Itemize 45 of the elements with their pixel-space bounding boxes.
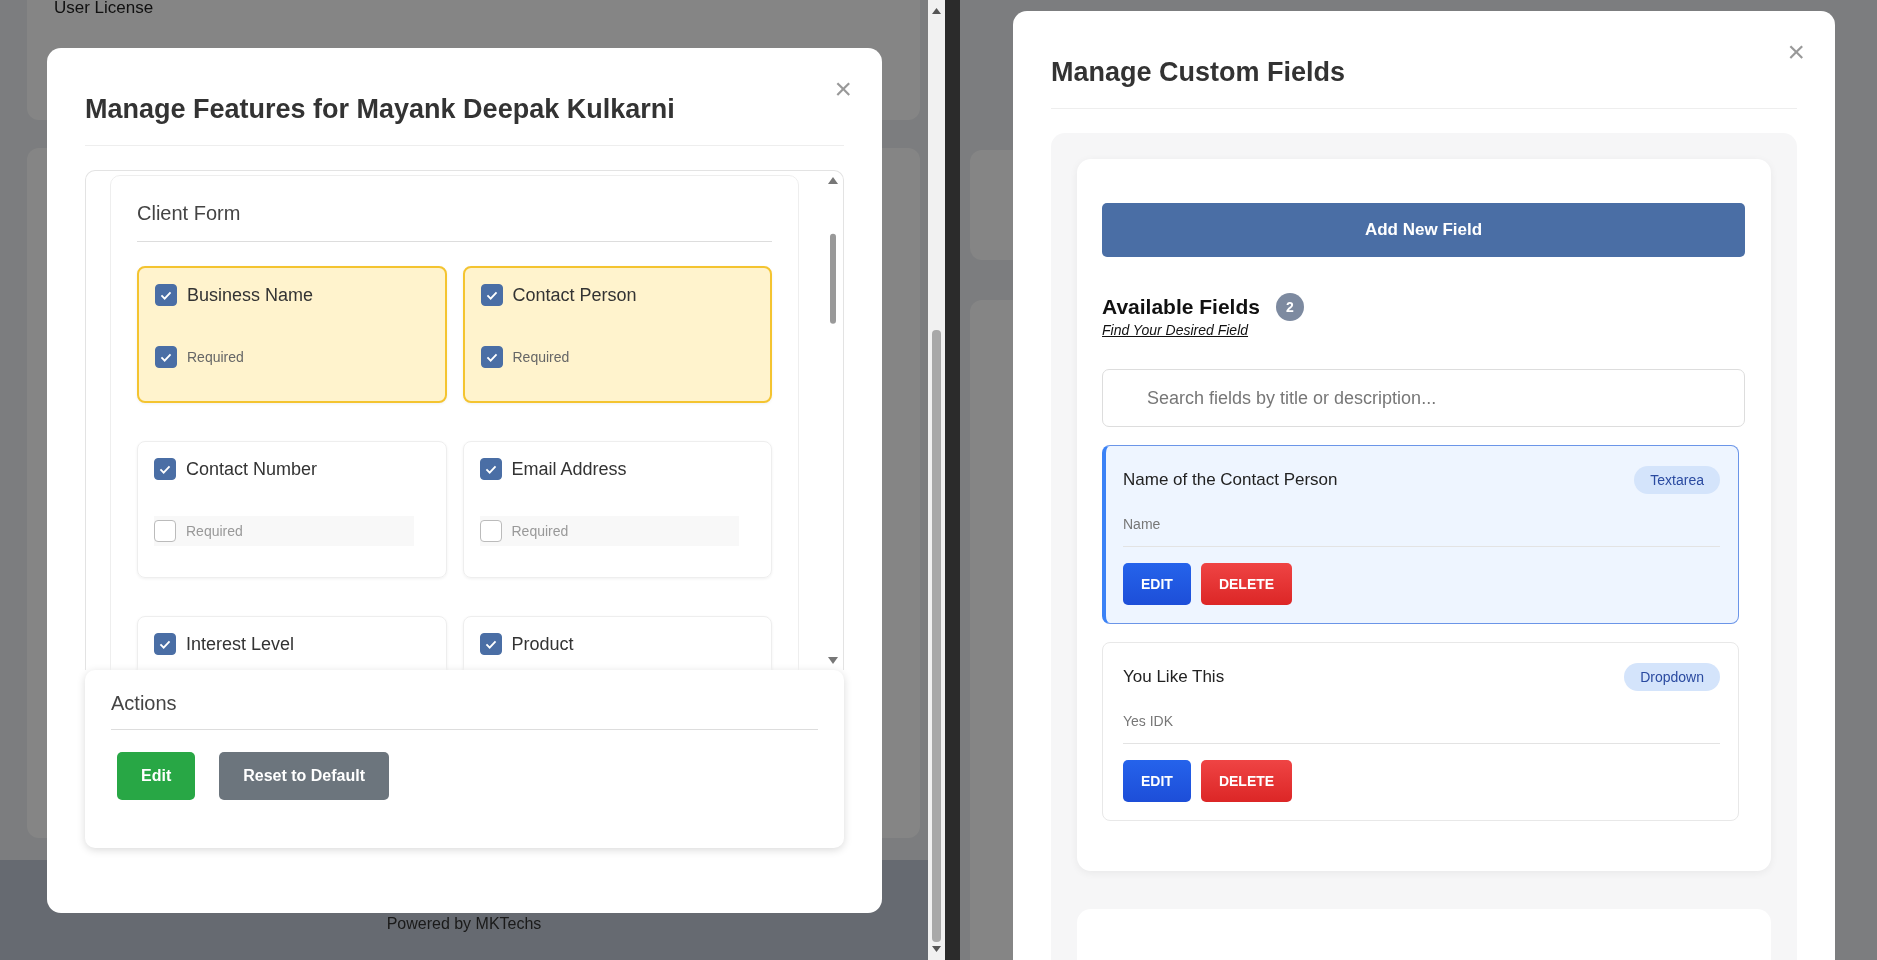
edit-button[interactable]: EDIT [1123, 563, 1191, 605]
type-tag: Textarea [1634, 466, 1720, 494]
checkbox[interactable] [154, 520, 176, 542]
field-label: Contact Number [186, 458, 318, 480]
field-label: Email Address [511, 458, 627, 480]
footer-text: Powered by MKTechs [386, 915, 542, 934]
field-description: Name [1123, 516, 1720, 547]
delete-button[interactable]: DELETE [1200, 760, 1293, 802]
checkbox[interactable] [480, 284, 503, 306]
required-label: Required [186, 523, 243, 539]
add-field-button[interactable]: Add New Field [1102, 203, 1745, 257]
checkbox[interactable] [479, 458, 502, 480]
count-badge: 2 [1275, 293, 1304, 321]
edit-button[interactable]: Edit [117, 752, 196, 800]
field-label: Interest Level [186, 633, 295, 655]
field-label: Product [511, 633, 574, 655]
modal-title: Manage Features for Mayank Deepak Kulkarni [85, 94, 844, 146]
field-title: Name of the Contact Person [1123, 470, 1338, 490]
section-title: Client Form [137, 202, 772, 242]
checkbox[interactable] [154, 633, 176, 655]
modal-title: Manage Custom Fields [1051, 57, 1797, 109]
field-title: You Like This [1123, 667, 1225, 687]
type-tag: Dropdown [1624, 663, 1720, 691]
section-title: Available Fields [1102, 295, 1260, 319]
field-label: Business Name [187, 284, 314, 306]
checkbox[interactable] [479, 633, 502, 655]
field-item[interactable]: You Like This Dropdown Yes IDK EDIT DELETE [1102, 642, 1739, 821]
checkbox[interactable] [155, 346, 177, 368]
link[interactable]: Find Your Desired Field [1102, 322, 1249, 338]
required-label: Required [512, 349, 570, 365]
field-item[interactable]: Name of the Contact Person Textarea Name EDIT DELETE [1102, 445, 1739, 624]
checkbox[interactable] [155, 284, 177, 306]
checkbox[interactable] [154, 458, 176, 480]
delete-button[interactable]: DELETE [1200, 563, 1293, 605]
checkbox[interactable] [480, 346, 503, 368]
field-description: Yes IDK [1123, 713, 1720, 744]
reset-button[interactable]: Reset to Default [219, 752, 389, 800]
field-label: Contact Person [512, 284, 637, 306]
edit-button[interactable]: EDIT [1123, 760, 1191, 802]
panel-title: Actions [111, 692, 818, 730]
required-label: Required [187, 349, 244, 365]
checkbox[interactable] [479, 520, 502, 542]
required-label: Required [511, 523, 569, 539]
search-field[interactable]: Search fields by title or description... [1102, 369, 1745, 427]
section-label: User License [54, 0, 154, 18]
